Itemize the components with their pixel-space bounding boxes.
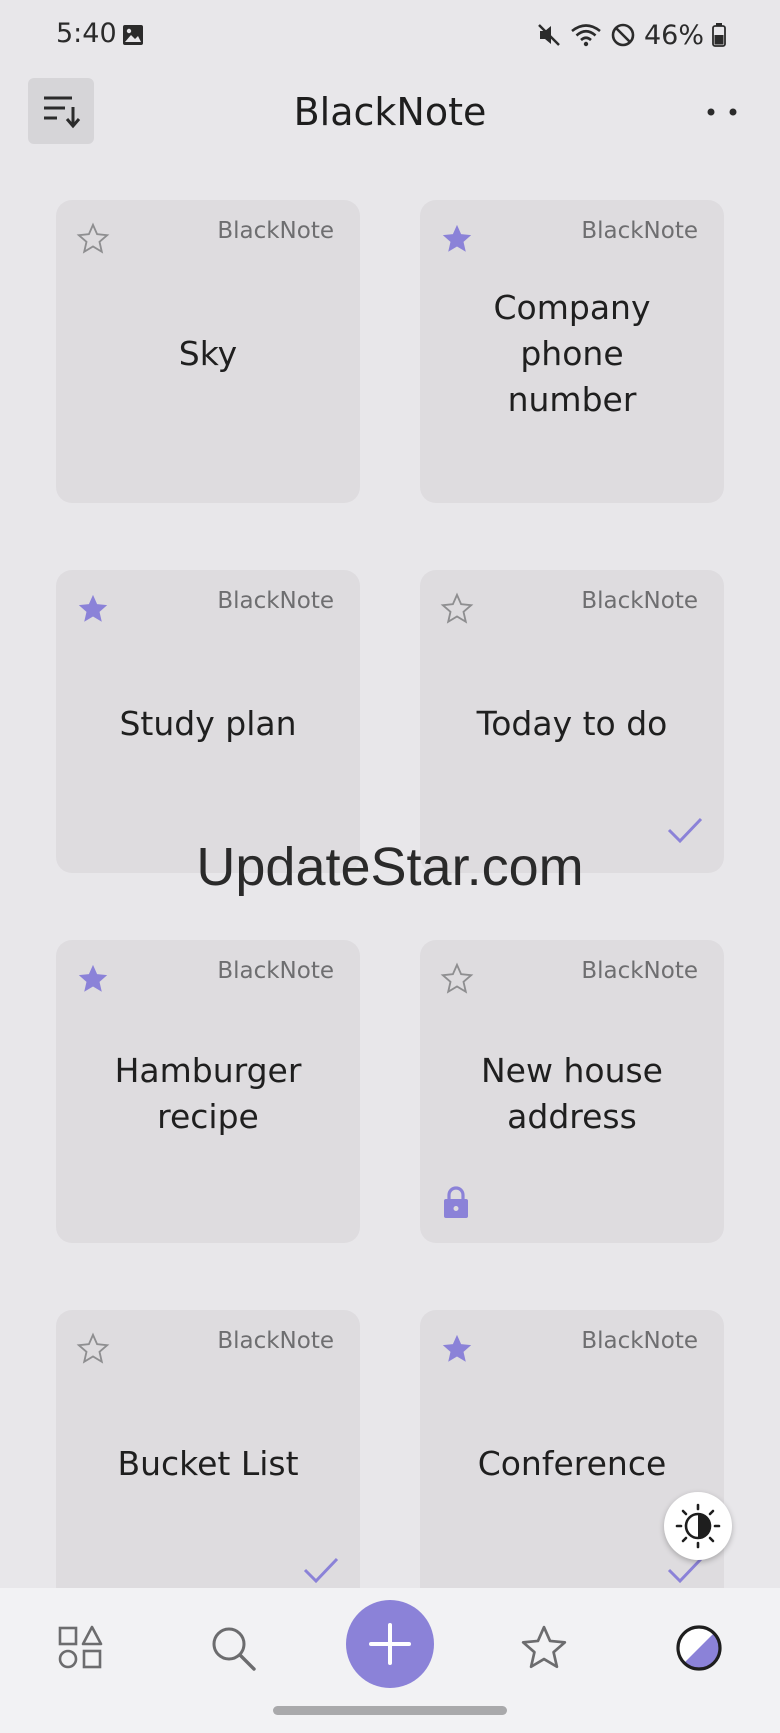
status-time: 5:40 bbox=[56, 18, 117, 49]
blacknote-screen: 5:40 46% BlackNote BlackNote Sky BlackNo… bbox=[0, 0, 780, 1733]
more-button[interactable] bbox=[700, 92, 744, 132]
image-icon bbox=[123, 25, 143, 45]
check-icon bbox=[303, 1557, 339, 1584]
nav-favorites-button[interactable] bbox=[504, 1608, 584, 1688]
categories-icon bbox=[58, 1625, 103, 1669]
status-icons: 46% bbox=[536, 18, 726, 52]
battery-percentage: 46% bbox=[643, 19, 704, 51]
app-bar: BlackNote bbox=[0, 70, 780, 156]
more-icon bbox=[707, 108, 737, 116]
status-bar: 5:40 46% bbox=[0, 0, 780, 70]
note-card[interactable]: BlackNote Study plan bbox=[56, 570, 360, 873]
search-icon bbox=[212, 1627, 256, 1671]
note-title: Hamburger recipe bbox=[114, 1050, 302, 1136]
do-not-disturb-icon bbox=[611, 23, 635, 47]
battery-icon bbox=[712, 23, 726, 47]
brightness-icon bbox=[675, 1503, 721, 1549]
lock-icon bbox=[444, 1186, 468, 1218]
app-title: BlackNote bbox=[293, 90, 487, 134]
note-card[interactable]: BlackNote New house address bbox=[420, 940, 724, 1243]
note-card[interactable]: BlackNote Bucket List bbox=[56, 1310, 360, 1613]
note-card[interactable]: BlackNote Conference bbox=[420, 1310, 724, 1613]
wifi-icon bbox=[571, 24, 601, 47]
note-card[interactable]: BlackNote Hamburger recipe bbox=[56, 940, 360, 1243]
note-card[interactable]: BlackNote Company phone number bbox=[420, 200, 724, 503]
note-title: Sky bbox=[178, 333, 238, 373]
home-indicator[interactable] bbox=[273, 1706, 507, 1715]
brightness-toggle-button[interactable] bbox=[664, 1492, 732, 1560]
nav-theme-button[interactable] bbox=[659, 1608, 739, 1688]
note-title: Study plan bbox=[119, 703, 297, 743]
bottom-navigation bbox=[0, 1588, 780, 1733]
mute-icon bbox=[538, 24, 560, 46]
note-card[interactable]: BlackNote Today to do bbox=[420, 570, 724, 873]
add-note-button[interactable] bbox=[346, 1600, 434, 1688]
note-title: Company phone number bbox=[493, 287, 651, 419]
theme-icon bbox=[676, 1625, 722, 1671]
note-card[interactable]: BlackNote Sky bbox=[56, 200, 360, 503]
favorites-icon bbox=[521, 1625, 567, 1669]
note-title: New house address bbox=[481, 1050, 663, 1136]
watermark-text: UpdateStar.com bbox=[196, 837, 584, 897]
add-icon bbox=[369, 1623, 411, 1665]
nav-categories-button[interactable] bbox=[40, 1608, 120, 1688]
nav-search-button[interactable] bbox=[193, 1608, 273, 1688]
